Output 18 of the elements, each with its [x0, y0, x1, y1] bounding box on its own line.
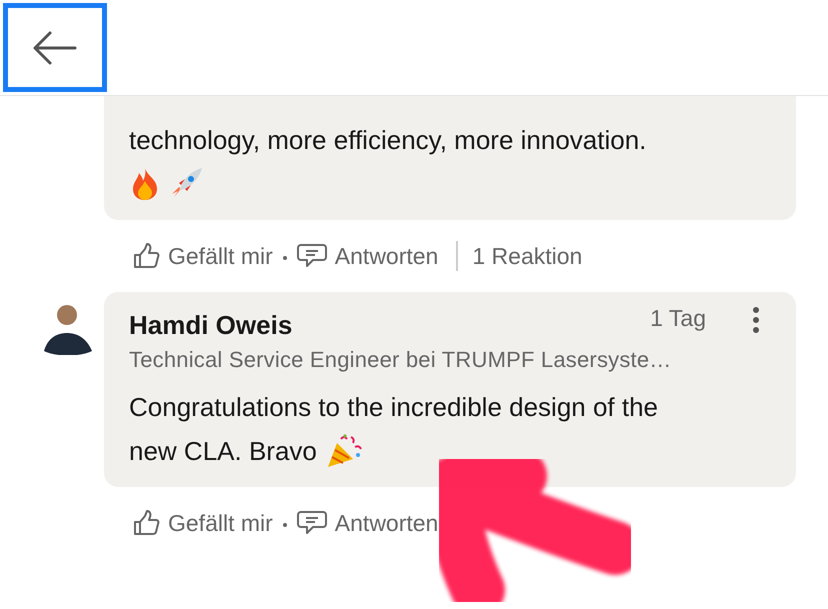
more-options-icon[interactable]	[752, 306, 760, 334]
reaction-count[interactable]: 1 Reaktion	[472, 242, 582, 270]
comment-text: new CLA. Bravo	[129, 436, 317, 466]
thumbs-up-icon	[132, 242, 160, 270]
speech-bubble-icon	[296, 243, 327, 269]
reply-button[interactable]: Antworten	[296, 510, 438, 536]
like-button[interactable]: Gefällt mir	[132, 509, 273, 537]
reply-button[interactable]: Antworten	[296, 242, 438, 270]
comment-text: technology, more efficiency, more innovation.	[129, 124, 646, 156]
comment-time: 1 Tag	[650, 305, 706, 332]
comment-text: Congratulations to the incredible design of the	[129, 392, 658, 422]
author-headline: Technical Service Engineer bei TRUMPF Lasersyste…	[129, 347, 672, 373]
like-button[interactable]: Gefällt mir	[132, 242, 273, 270]
speech-bubble-icon	[296, 510, 327, 536]
author-name[interactable]: Hamdi Oweis	[129, 310, 292, 341]
back-arrow-icon	[33, 30, 77, 64]
back-button[interactable]	[3, 3, 107, 92]
thumbs-up-icon	[132, 509, 160, 537]
